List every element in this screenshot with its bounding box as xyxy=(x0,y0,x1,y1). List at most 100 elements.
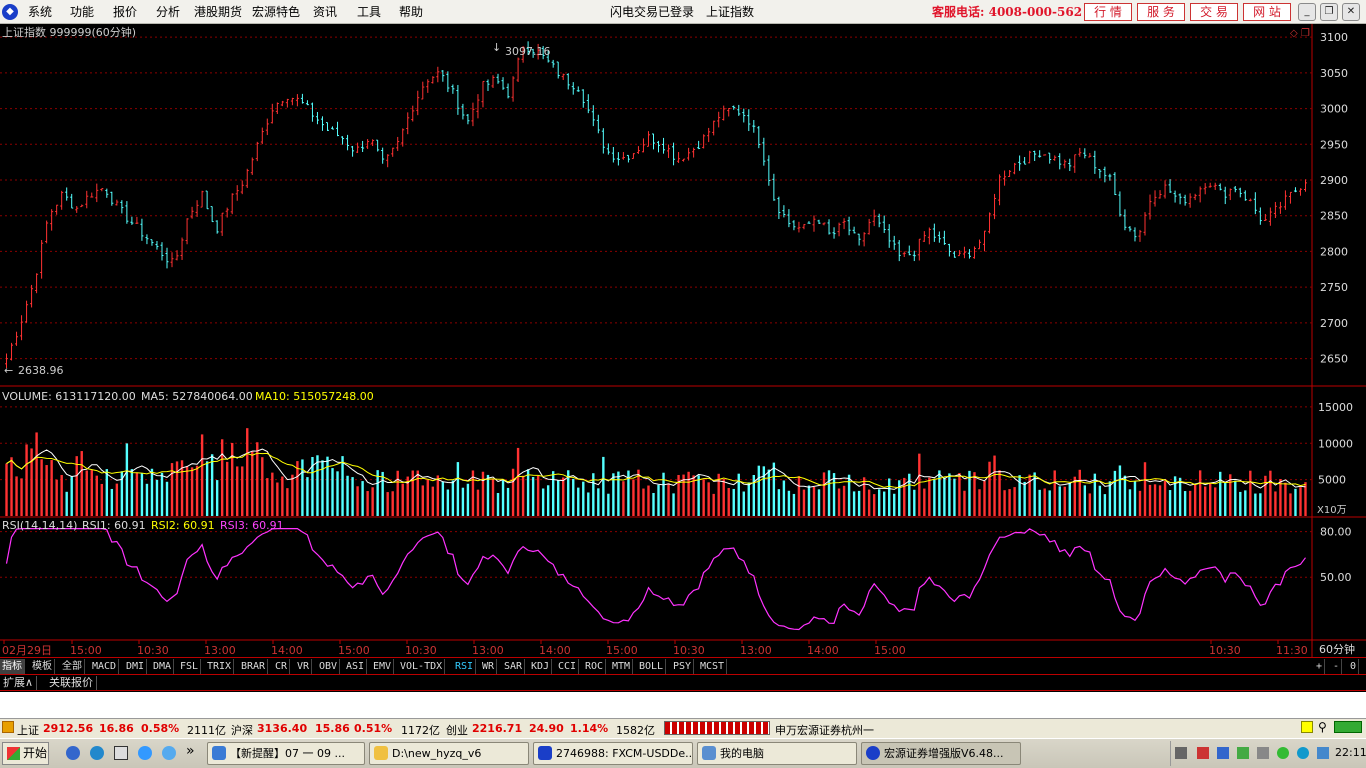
indicator-tab-模板[interactable]: 模板 xyxy=(30,659,55,674)
close-icon[interactable]: ✕ xyxy=(1342,3,1360,21)
zoom-in-button[interactable]: + xyxy=(1314,659,1326,674)
indicator-tab-mcst[interactable]: MCST xyxy=(698,659,728,674)
minimize-icon[interactable]: _ xyxy=(1298,3,1316,21)
menu-info[interactable]: 资讯 xyxy=(313,4,337,20)
tray-shield-icon[interactable] xyxy=(1317,747,1329,759)
task-fxcm[interactable]: 2746988: FXCM-USDDe... xyxy=(533,742,693,765)
menu-quote[interactable]: 报价 xyxy=(113,4,137,20)
quicklaunch-search-icon[interactable] xyxy=(162,746,176,760)
quicklaunch-ie-icon[interactable] xyxy=(66,746,80,760)
indicator-tab-macd[interactable]: MACD xyxy=(90,659,120,674)
indicator-tab-cci[interactable]: CCI xyxy=(556,659,580,674)
task-hongyuan-label: 宏源证券增强版V6.48... xyxy=(884,747,1004,760)
indicator-tab-全部[interactable]: 全部 xyxy=(60,659,85,674)
volume-bar xyxy=(426,479,429,516)
indicator-tab-asi[interactable]: ASI xyxy=(344,659,368,674)
chart-options-icon[interactable]: ◇ ❐ xyxy=(1290,28,1310,39)
quicklaunch-more-icon[interactable]: » xyxy=(186,743,195,759)
tray-security-icon[interactable] xyxy=(1237,747,1249,759)
volume-bar xyxy=(872,494,876,516)
quicklaunch-browser-icon[interactable] xyxy=(90,746,104,760)
indicator-tab-rsi[interactable]: RSI xyxy=(453,659,477,674)
indicator-tab-指标[interactable]: 指标 xyxy=(0,659,25,674)
indicator-tab-psy[interactable]: PSY xyxy=(671,659,695,674)
tray-flag-icon[interactable] xyxy=(1197,747,1209,759)
index-icon xyxy=(2,721,14,733)
trade-button[interactable]: 交 易 xyxy=(1190,3,1238,21)
volume-bar xyxy=(642,488,645,516)
indicator-tab-fsl[interactable]: FSL xyxy=(178,659,202,674)
tray-sync-icon[interactable] xyxy=(1277,747,1289,759)
quicklaunch-desktop-icon[interactable] xyxy=(114,746,128,760)
volume-bar xyxy=(953,478,956,516)
website-button[interactable]: 网 站 xyxy=(1243,3,1291,21)
chart-svg[interactable]: 3100 3050 3000 2950 2900 2850 2800 2750 2700 2650… xyxy=(0,24,1366,660)
volume-bar xyxy=(276,482,279,516)
volume-bar xyxy=(998,470,1001,516)
indicator-tab-dma[interactable]: DMA xyxy=(151,659,175,674)
menu-system[interactable]: 系统 xyxy=(28,4,52,20)
volume-bar xyxy=(1219,471,1222,516)
volume-bar xyxy=(597,488,600,516)
indicator-tab-vr[interactable]: VR xyxy=(295,659,313,674)
quicklaunch-ie2-icon[interactable] xyxy=(138,746,152,760)
task-hongyuan[interactable]: 宏源证券增强版V6.48... xyxy=(861,742,1021,765)
indicator-tab-wr[interactable]: WR xyxy=(480,659,498,674)
kline-chart-area[interactable]: 3100 3050 3000 2950 2900 2850 2800 2750 2700 2650… xyxy=(0,24,1366,660)
menu-tools[interactable]: 工具 xyxy=(357,4,381,20)
restore-icon[interactable]: ❐ xyxy=(1320,3,1338,21)
volume-bar xyxy=(75,456,78,516)
price-tick: 2900 xyxy=(1320,174,1348,187)
indicator-tab-vol-tdx[interactable]: VOL-TDX xyxy=(398,659,446,674)
indicator-tab-obv[interactable]: OBV xyxy=(317,659,341,674)
period-label[interactable]: 60分钟 xyxy=(1319,642,1355,656)
volume-bar xyxy=(271,472,274,516)
candlestick-series[interactable] xyxy=(5,41,1307,369)
tray-app-icon[interactable] xyxy=(1297,747,1309,759)
menu-hk-futures[interactable]: 港股期货 xyxy=(194,4,242,20)
info-panel xyxy=(0,692,1366,718)
indicator-tab-dmi[interactable]: DMI xyxy=(124,659,148,674)
indicator-tab-boll[interactable]: BOLL xyxy=(637,659,667,674)
menu-hongyuan[interactable]: 宏源特色 xyxy=(252,4,300,20)
time-label: 15:00 xyxy=(874,644,906,657)
menu-help[interactable]: 帮助 xyxy=(399,4,423,20)
tray-network-icon[interactable] xyxy=(1217,747,1229,759)
indicator-tab-brar[interactable]: BRAR xyxy=(239,659,269,674)
indicator-tab-trix[interactable]: TRIX xyxy=(205,659,235,674)
volume-bar xyxy=(50,460,53,516)
zoom-out-button[interactable]: - xyxy=(1331,659,1343,674)
service-button[interactable]: 服 务 xyxy=(1137,3,1185,21)
indicator-tab-sar[interactable]: SAR xyxy=(502,659,526,674)
volume-bar xyxy=(205,461,209,516)
tray-volume-icon[interactable] xyxy=(1257,747,1269,759)
tab-related-quote[interactable]: 关联报价 xyxy=(46,676,97,690)
tab-expand[interactable]: 扩展∧ xyxy=(0,676,38,690)
notify-icon[interactable] xyxy=(1301,721,1313,733)
cy-name: 创业 xyxy=(446,724,468,737)
volume-label: VOLUME: 613117120.00 xyxy=(2,390,136,403)
indicator-tab-kdj[interactable]: KDJ xyxy=(529,659,553,674)
volume-bar xyxy=(1048,490,1051,516)
indicator-tab-cr[interactable]: CR xyxy=(273,659,291,674)
indicator-tab-emv[interactable]: EMV xyxy=(371,659,395,674)
volume-bar xyxy=(70,476,73,516)
sh-name: 上证 xyxy=(17,724,39,737)
volume-bar xyxy=(1289,493,1292,516)
task-my-computer[interactable]: 我的电脑 xyxy=(697,742,857,765)
volume-bar xyxy=(928,477,931,516)
menu-analysis[interactable]: 分析 xyxy=(156,4,180,20)
menu-function[interactable]: 功能 xyxy=(70,4,94,20)
volume-bar xyxy=(1244,490,1247,516)
indicator-tab-roc[interactable]: ROC xyxy=(583,659,607,674)
zoom-reset-button[interactable]: 0 xyxy=(1348,659,1360,674)
volume-bar xyxy=(80,451,83,516)
task-reminder[interactable]: 【新提醒】07 一 09 ... xyxy=(207,742,365,765)
volume-bar xyxy=(847,474,851,516)
tray-keyboard-icon[interactable] xyxy=(1175,747,1187,759)
start-button[interactable]: 开始 xyxy=(2,742,49,765)
indicator-tab-mtm[interactable]: MTM xyxy=(610,659,634,674)
quote-button[interactable]: 行 情 xyxy=(1084,3,1132,21)
task-folder[interactable]: D:\new_hyzq_v6 xyxy=(369,742,529,765)
volume-bar xyxy=(1108,481,1112,516)
